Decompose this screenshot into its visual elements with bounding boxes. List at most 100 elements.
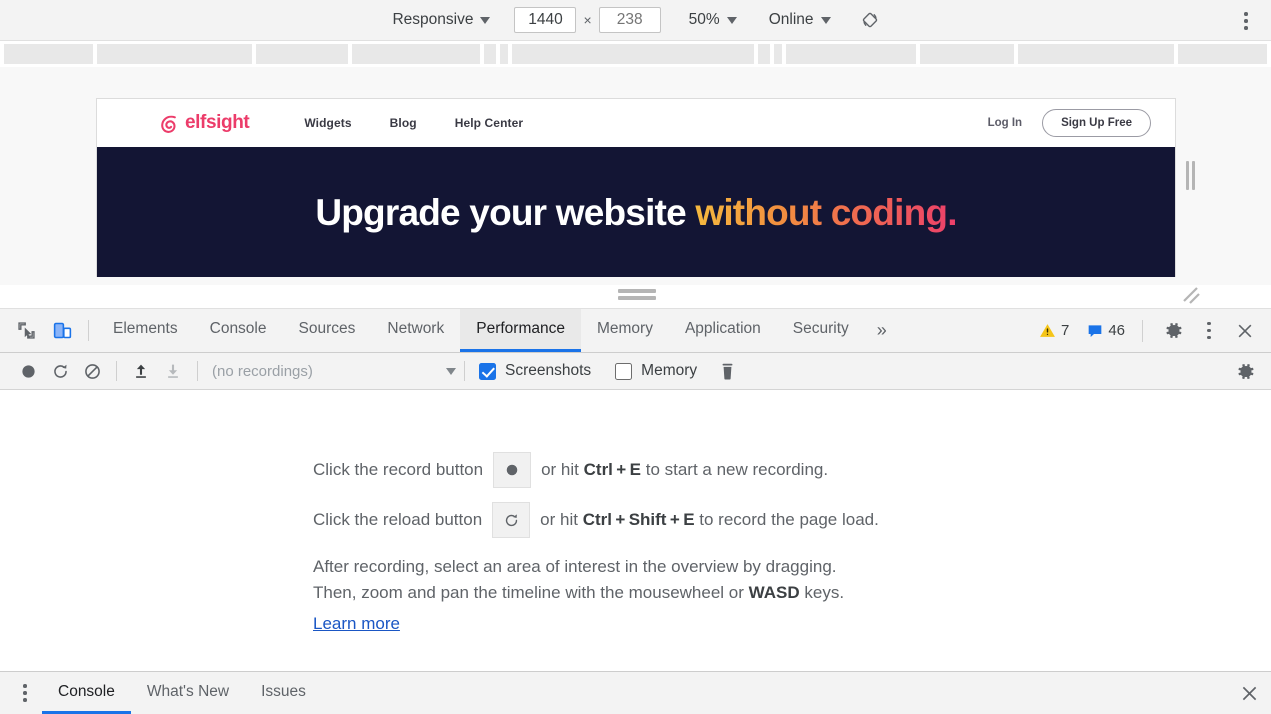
viewport-width-input[interactable] [514, 7, 577, 33]
device-toolbar-more-options[interactable] [1237, 10, 1255, 32]
load-profile-button[interactable] [125, 357, 157, 385]
devtools-more-options[interactable] [1191, 320, 1227, 342]
gear-icon[interactable] [1155, 320, 1191, 341]
tab-elements[interactable]: Elements [97, 309, 194, 352]
media-query-segment[interactable] [256, 44, 348, 64]
checkbox-box [479, 362, 496, 380]
handle-bar [1185, 161, 1189, 190]
tabs-overflow-button[interactable]: » [865, 309, 899, 352]
device-viewport-area: elfsight Widgets Blog Help Center Log In… [0, 67, 1271, 304]
throttling-dropdown[interactable]: Online [763, 9, 837, 31]
viewport-height-resize-handle[interactable] [618, 289, 656, 302]
inspect-cursor-icon[interactable] [8, 309, 44, 352]
rotate-icon[interactable] [855, 5, 885, 35]
tab-security[interactable]: Security [777, 309, 865, 352]
reload-and-record-button[interactable] [44, 357, 76, 385]
media-query-bar[interactable] [0, 41, 1271, 67]
clear-recording-button[interactable] [76, 357, 108, 385]
drawer-tab-whats-new[interactable]: What's New [131, 672, 245, 714]
help-line-2-post: keys. [804, 583, 845, 602]
device-toolbar-icon[interactable] [44, 309, 80, 352]
viewport-corner-resize-handle[interactable] [1181, 285, 1203, 307]
download-arrow-icon [168, 364, 178, 378]
media-query-segment[interactable] [352, 44, 480, 64]
hero-headline: Upgrade your website without coding. [315, 191, 957, 234]
site-nav-link-widgets[interactable]: Widgets [304, 116, 351, 130]
media-query-segment[interactable] [758, 44, 770, 64]
dot [23, 691, 27, 695]
signup-free-button[interactable]: Sign Up Free [1042, 109, 1151, 137]
learn-more-link[interactable]: Learn more [313, 614, 400, 634]
media-query-segment[interactable] [4, 44, 93, 64]
media-query-segment[interactable] [774, 44, 782, 64]
media-query-segment[interactable] [1018, 44, 1174, 64]
memory-checkbox[interactable]: Memory [615, 362, 697, 380]
inline-record-button[interactable] [493, 452, 532, 488]
performance-toolbar-right [1229, 357, 1271, 385]
performance-settings-button[interactable] [1229, 357, 1261, 385]
message-counter[interactable]: 46 [1082, 322, 1130, 339]
media-query-segment[interactable] [1178, 44, 1267, 64]
memory-label: Memory [641, 362, 698, 379]
dot [23, 698, 27, 702]
collect-garbage-button[interactable] [711, 357, 743, 385]
site-nav-link-help-center[interactable]: Help Center [455, 116, 523, 130]
handle-bar [618, 289, 656, 293]
toolbar-divider [197, 361, 198, 381]
login-link[interactable]: Log In [988, 117, 1023, 129]
tab-label: Sources [298, 320, 356, 337]
save-profile-button[interactable] [157, 357, 189, 385]
media-query-segment[interactable] [512, 44, 754, 64]
device-toolbar: Responsive × 50% Online [0, 0, 1271, 41]
zoom-dropdown[interactable]: 50% [683, 9, 743, 31]
dot [1244, 19, 1248, 23]
reload-instruction-suffix: to record the page load. [699, 510, 879, 529]
media-query-segment[interactable] [786, 44, 916, 64]
record-circle-icon [506, 464, 518, 476]
tab-performance[interactable]: Performance [460, 309, 581, 352]
device-preset-label: Responsive [392, 11, 474, 28]
tab-memory[interactable]: Memory [581, 309, 669, 352]
help-line-1: After recording, select an area of inter… [313, 557, 837, 576]
media-query-segment[interactable] [97, 44, 252, 64]
gear-glyph [1165, 323, 1181, 338]
performance-landing-page: Click the record button or hit Ctrl + E … [313, 452, 879, 634]
recordings-dropdown[interactable]: (no recordings) [212, 358, 456, 384]
record-instruction-row: Click the record button or hit Ctrl + E … [313, 452, 879, 488]
page-preview-frame[interactable]: elfsight Widgets Blog Help Center Log In… [96, 98, 1176, 277]
tab-sources[interactable]: Sources [283, 309, 372, 352]
chevron-down-icon [726, 16, 737, 24]
warning-triangle-icon [1040, 324, 1055, 337]
tab-label: Application [684, 320, 761, 337]
reload-instruction-prefix: Click the reload button [313, 510, 483, 529]
inline-reload-button[interactable] [492, 502, 531, 538]
dot [1244, 12, 1248, 16]
media-query-segment[interactable] [500, 44, 508, 64]
viewport-width-resize-handle[interactable] [1183, 159, 1197, 192]
viewport-height-input[interactable] [598, 7, 661, 33]
record-instruction-suffix: to start a new recording. [645, 460, 829, 479]
drawer-tab-issues[interactable]: Issues [245, 672, 322, 714]
drawer-tab-console[interactable]: Console [42, 672, 131, 714]
site-logo[interactable]: elfsight [159, 112, 250, 134]
toolbar-divider [1142, 319, 1143, 342]
devtools-tabbar: Elements Console Sources Network Perform… [0, 308, 1271, 353]
tab-console[interactable]: Console [194, 309, 283, 352]
tab-network[interactable]: Network [371, 309, 460, 352]
media-query-segment[interactable] [484, 44, 496, 64]
gear-icon [1237, 363, 1253, 379]
resize-grip-icon [1183, 287, 1200, 304]
checkbox-box [615, 362, 633, 380]
message-icon [1088, 324, 1102, 337]
warning-counter[interactable]: 7 [1034, 322, 1074, 339]
device-preset-dropdown[interactable]: Responsive [386, 9, 496, 31]
screenshots-checkbox[interactable]: Screenshots [479, 362, 591, 380]
close-icon[interactable] [1227, 321, 1263, 341]
drawer-more-options[interactable] [8, 672, 42, 714]
hero-headline-plain: Upgrade your website [315, 191, 696, 233]
drawer-close-button[interactable] [1227, 672, 1271, 714]
media-query-segment[interactable] [920, 44, 1014, 64]
site-nav-link-blog[interactable]: Blog [390, 116, 417, 130]
tab-application[interactable]: Application [669, 309, 777, 352]
record-button[interactable] [12, 357, 44, 385]
